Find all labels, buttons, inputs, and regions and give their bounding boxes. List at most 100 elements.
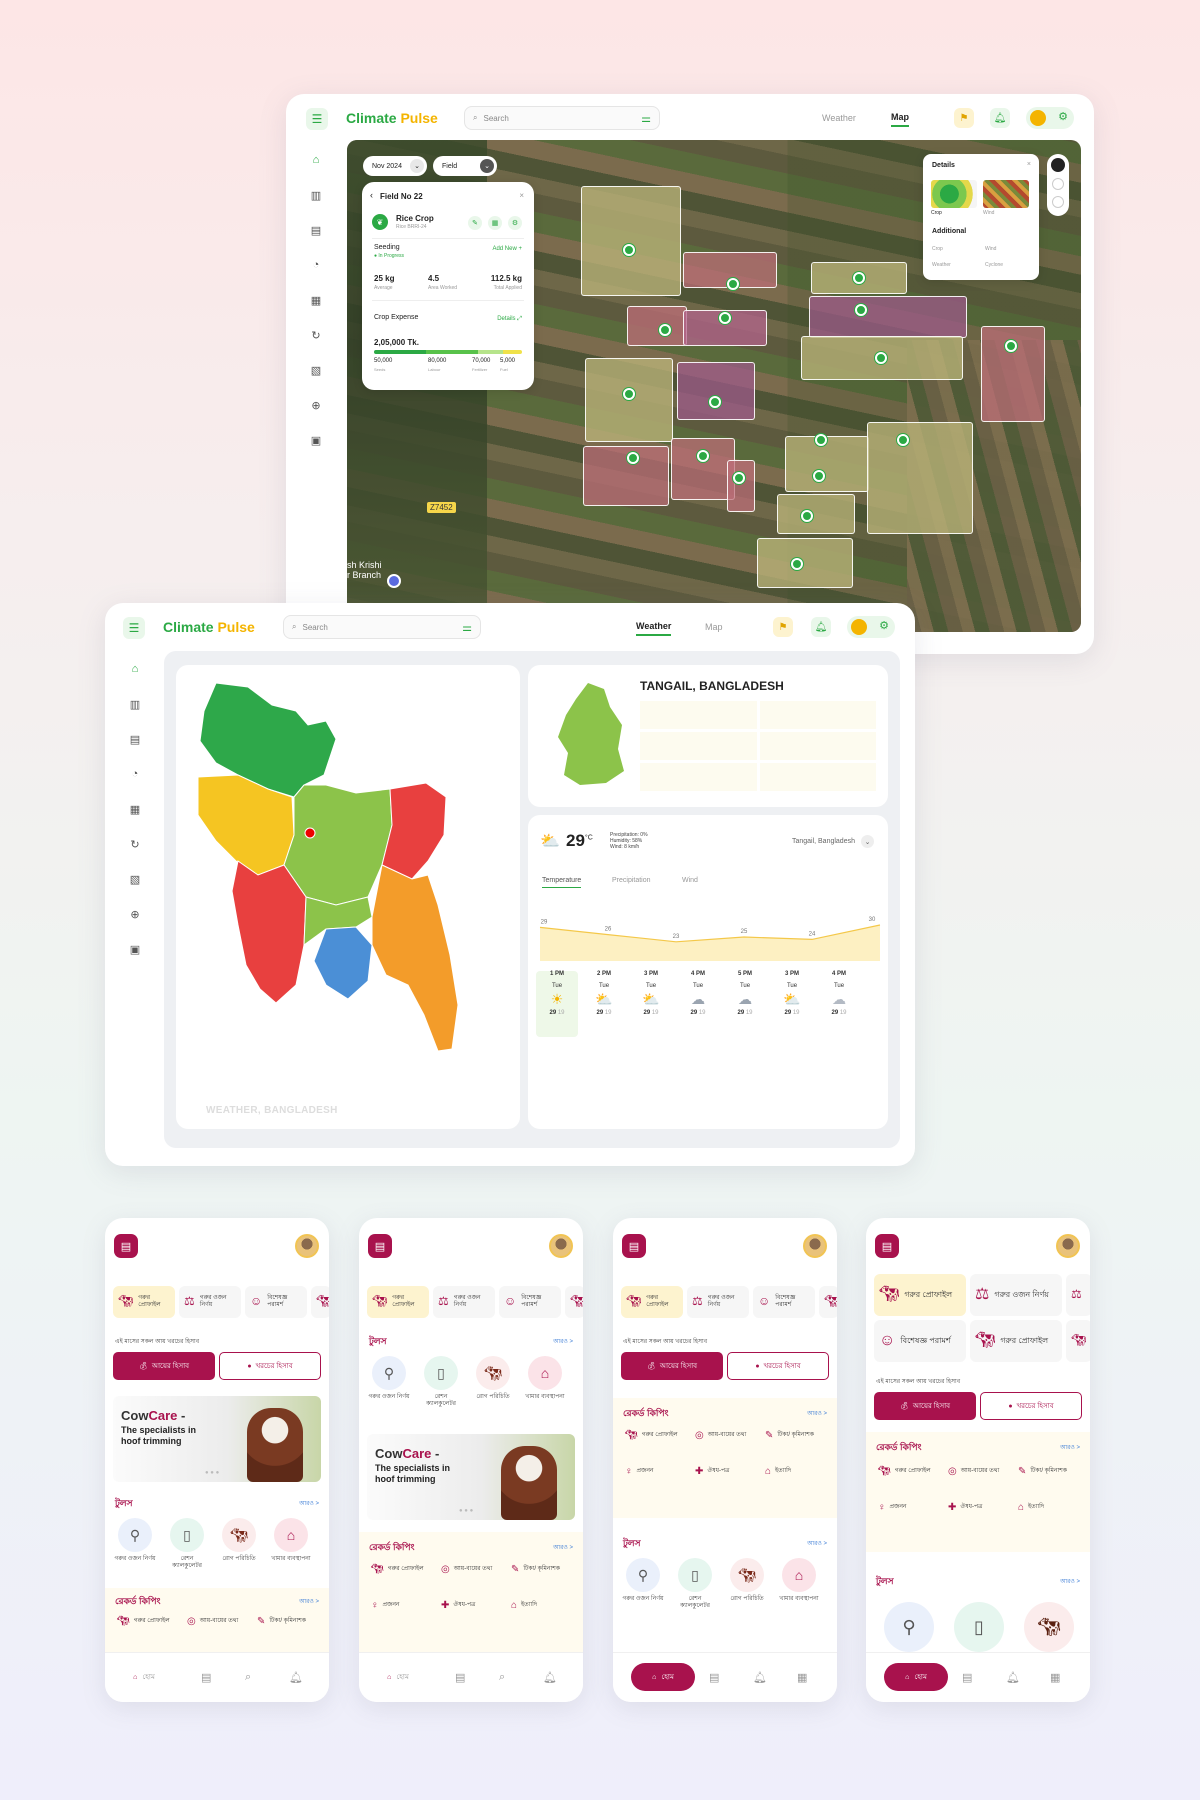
clipboard-icon[interactable]: ▦ (125, 799, 145, 819)
forecast-hour[interactable]: 3 PM Tue ⛅ 29 19 (771, 971, 813, 1037)
menu-icon[interactable]: ▤ (368, 1234, 392, 1258)
tool-weight[interactable]: ⚲ গরুর ওজন নির্ণয় (113, 1518, 157, 1563)
chip-more[interactable]: 🐄︎ (819, 1286, 837, 1318)
edit-icon[interactable]: ✎ (468, 216, 482, 230)
record-cattle-profile[interactable]: 🐄︎ গরুর প্রোফাইল (117, 1616, 170, 1628)
tool-disease[interactable]: 🐄︎ রোগ পরিচিতি (725, 1558, 769, 1603)
tab-map[interactable]: Map (705, 622, 723, 632)
field-marker[interactable] (697, 450, 709, 462)
tool-farm[interactable]: ⌂ খামার ব্যবস্থাপনা (523, 1356, 567, 1401)
brand-logo[interactable]: Climate Pulse (346, 110, 438, 126)
notification-icon[interactable]: 🔔︎ (1006, 1671, 1020, 1684)
field-marker[interactable] (815, 434, 827, 446)
field-plot[interactable] (785, 436, 869, 492)
record-medicine[interactable]: ✚ ঔষধ-পত্র (441, 1600, 475, 1612)
field-marker[interactable] (627, 452, 639, 464)
bangladesh-division-map[interactable] (176, 665, 520, 1129)
more-link[interactable]: আরও > (1060, 1442, 1080, 1453)
record-cattle-profile[interactable]: 🐄︎ গরুর প্রোফাইল (878, 1466, 931, 1478)
record-income-expense[interactable]: ◎ আয়-ব্যয়ের তথ্য (695, 1430, 746, 1442)
field-marker[interactable] (709, 396, 721, 408)
tab-precipitation[interactable]: Precipitation (612, 877, 651, 884)
gear-icon[interactable]: ⚙ (1058, 110, 1068, 123)
forecast-hour[interactable]: 4 PM Tue ☁ 29 19 (818, 971, 860, 1037)
forecast-hour[interactable]: 3 PM Tue ⛅ 29 19 (630, 971, 672, 1037)
tool-disease[interactable]: 🐄︎ রোগ পরিচিতি (217, 1518, 261, 1563)
analytics-icon[interactable]: ▧ (125, 869, 145, 889)
avatar[interactable] (295, 1234, 319, 1258)
nav-home[interactable]: ⌂ হোম (371, 1663, 425, 1691)
close-icon[interactable]: × (1027, 161, 1031, 168)
field-plot[interactable] (627, 306, 687, 346)
chip-more[interactable]: 🐄︎ (565, 1286, 583, 1318)
field-plot[interactable] (867, 422, 973, 534)
field-plot[interactable] (585, 358, 673, 442)
record-cattle-profile[interactable]: 🐄︎ গরুর প্রোফাইল (625, 1430, 678, 1442)
tool-weight[interactable]: ⚲ (884, 1602, 934, 1652)
filter-icon[interactable]: ⚌ (641, 112, 651, 125)
bar-chart-icon[interactable]: ▥ (306, 185, 326, 205)
income-button[interactable]: 💰︎ আয়ের হিসাব (874, 1392, 976, 1420)
field-marker[interactable] (853, 272, 865, 284)
field-marker[interactable] (791, 558, 803, 570)
tool-ration[interactable]: ▯ রেশন ক্যালকুলেটর (419, 1356, 463, 1408)
record-breeding[interactable]: ♀ প্রজনন (625, 1466, 654, 1478)
report-icon[interactable]: ▤ (306, 220, 326, 240)
chip-expert[interactable]: ☺ বিশেষজ্ঞ পরামর্শ (874, 1320, 966, 1362)
option-crop[interactable]: Crop (932, 246, 943, 252)
tab-map[interactable]: Map (891, 112, 909, 127)
field-plot[interactable] (809, 296, 967, 338)
theme-toggle[interactable]: ⚙ (847, 616, 895, 638)
forecast-hour[interactable]: 1 PM Tue ☀ 29 19 (536, 971, 578, 1037)
chip-more[interactable]: ⚖ (1066, 1274, 1090, 1316)
chip-cattle-profile[interactable]: 🐄︎ গরুর প্রোফাইল (367, 1286, 429, 1318)
more-link[interactable]: আরও > (807, 1538, 827, 1549)
record-medicine[interactable]: ✚ ঔষধ-পত্র (948, 1502, 982, 1514)
more-link[interactable]: আরও > (299, 1596, 319, 1607)
details-link[interactable]: Details ⤢ (497, 316, 522, 323)
chip-expert[interactable]: ☺ বিশেষজ্ঞ পরামর্শ (753, 1286, 815, 1318)
zoom-out-icon[interactable] (1052, 196, 1064, 208)
satellite-map[interactable]: Z7452 sh Krishi r Branch Nov 2024 ⌄ Fiel… (347, 140, 1081, 632)
records-nav-icon[interactable]: ▤ (709, 1671, 719, 1684)
gear-icon[interactable]: ⚙ (879, 619, 889, 632)
grid-icon[interactable]: ▦ (1050, 1671, 1060, 1684)
field-plot[interactable] (677, 362, 755, 420)
bell-icon[interactable]: 🔔︎ (811, 617, 831, 637)
field-marker[interactable] (623, 244, 635, 256)
bell-icon[interactable]: 🔔︎ (990, 108, 1010, 128)
chip-weight[interactable]: ⚖ গরুর ওজন নির্ণয় (179, 1286, 241, 1318)
gauge-icon[interactable]: ◔ (125, 764, 145, 784)
field-marker[interactable] (727, 278, 739, 290)
tab-weather[interactable]: Weather (636, 621, 672, 636)
close-icon[interactable]: × (519, 191, 524, 200)
brand-logo[interactable]: Climate Pulse (163, 619, 255, 635)
analytics-icon[interactable]: ▧ (306, 360, 326, 380)
chip-expert[interactable]: ☺ বিশেষজ্ঞ পরামর্শ (499, 1286, 561, 1318)
search-input[interactable]: ⌕ Search ⚌ (464, 106, 660, 130)
chip-cattle-profile[interactable]: 🐄︎ গরুর প্রোফাইল (621, 1286, 683, 1318)
tool-weight[interactable]: ⚲ গরুর ওজন নির্ণয় (367, 1356, 411, 1401)
more-link[interactable]: আরও > (299, 1498, 319, 1509)
field-marker[interactable] (719, 312, 731, 324)
field-marker[interactable] (801, 510, 813, 522)
search-input[interactable]: ⌕ Search ⚌ (283, 615, 481, 639)
add-user-icon[interactable]: ⊕ (306, 395, 326, 415)
report-icon[interactable]: ▤ (125, 729, 145, 749)
nav-home[interactable]: ⌂ হোম (117, 1663, 171, 1691)
forecast-hour[interactable]: 2 PM Tue ⛅ 29 19 (583, 971, 625, 1037)
avatar[interactable] (549, 1234, 573, 1258)
menu-icon[interactable]: ☰ (123, 617, 145, 639)
chip-more[interactable]: 🐄︎ (311, 1286, 329, 1318)
notification-icon[interactable]: 🔔︎ (289, 1671, 303, 1684)
field-plot[interactable] (581, 186, 681, 296)
records-nav-icon[interactable]: ▤ (201, 1671, 211, 1684)
refresh-icon[interactable]: ↻ (125, 834, 145, 854)
clipboard-icon[interactable]: ▦ (306, 290, 326, 310)
tool-disease[interactable]: 🐄︎ রোগ পরিচিতি (471, 1356, 515, 1401)
field-marker[interactable] (1005, 340, 1017, 352)
menu-icon[interactable]: ☰ (306, 108, 328, 130)
record-income-expense[interactable]: ◎ আয়-ব্যয়ের তথ্য (441, 1564, 492, 1576)
record-medicine[interactable]: ✚ ঔষধ-পত্র (695, 1466, 729, 1478)
field-select[interactable]: Field ⌄ (433, 156, 497, 176)
